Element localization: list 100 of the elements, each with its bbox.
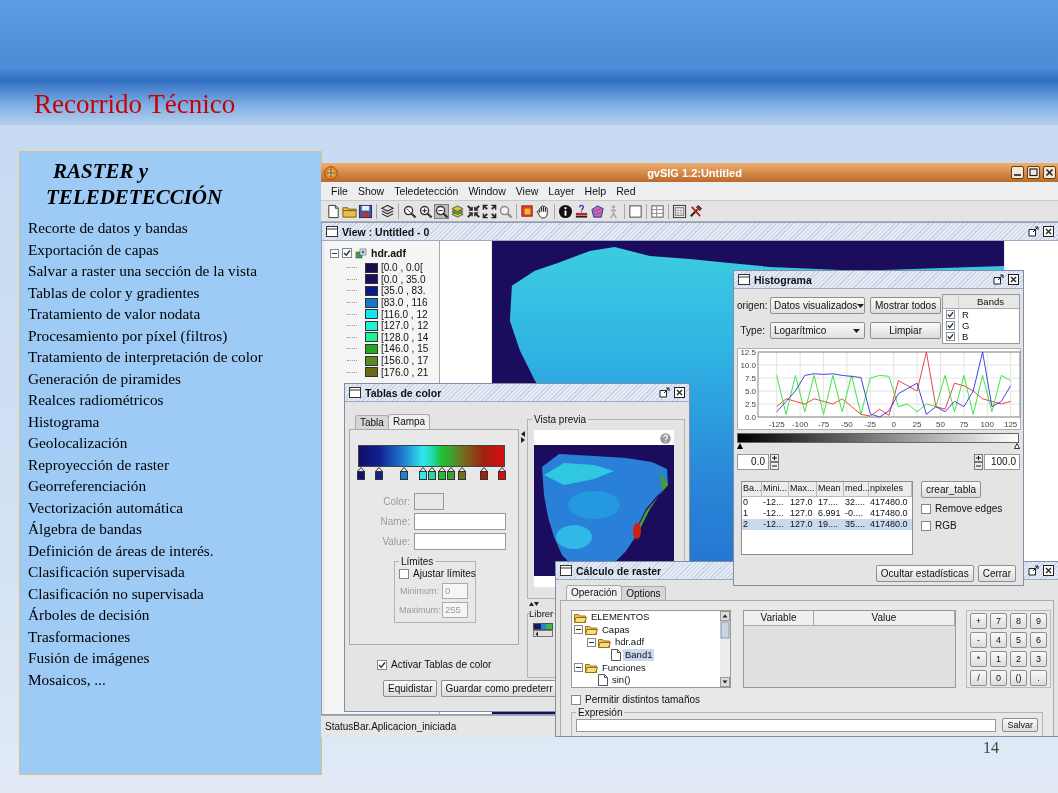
maximize-icon[interactable] xyxy=(659,387,670,398)
key-button[interactable]: + xyxy=(970,612,987,629)
tree-item[interactable]: hdr.adf xyxy=(613,636,647,649)
tree-item[interactable]: Band1 xyxy=(623,649,655,662)
key-button[interactable]: 0 xyxy=(990,669,1007,686)
checkbox[interactable] xyxy=(921,520,931,531)
arrows-inward-icon[interactable] xyxy=(466,203,481,219)
key-button[interactable]: * xyxy=(970,650,987,667)
zoom-out-icon[interactable] xyxy=(434,203,449,219)
maximize-icon[interactable] xyxy=(1027,166,1040,179)
polygon-icon[interactable] xyxy=(590,203,605,219)
key-button[interactable]: () xyxy=(1010,669,1027,686)
info-icon[interactable] xyxy=(558,203,573,219)
collapse-toggle-icon[interactable] xyxy=(587,638,596,647)
color-field[interactable] xyxy=(414,493,444,510)
menu-item[interactable]: Layer xyxy=(543,185,580,197)
menu-item[interactable]: Window xyxy=(463,185,511,197)
up-down-arrows-icon[interactable] xyxy=(529,601,539,607)
minimize-icon[interactable] xyxy=(1011,166,1024,179)
splitter-arrows-icon[interactable] xyxy=(520,430,526,444)
tab[interactable]: Tabla xyxy=(355,415,389,429)
layer-stack-icon[interactable] xyxy=(380,203,395,219)
question-mark-icon[interactable] xyxy=(574,203,589,219)
close-icon[interactable] xyxy=(1008,274,1019,285)
layer-stack-icon[interactable] xyxy=(450,203,465,219)
close-icon[interactable] xyxy=(674,387,685,398)
spinner-icon[interactable] xyxy=(974,454,983,470)
key-button[interactable]: 6 xyxy=(1030,631,1047,648)
help-icon[interactable] xyxy=(660,433,671,444)
band-checkbox[interactable] xyxy=(946,310,955,319)
collapse-toggle-icon[interactable] xyxy=(330,248,339,258)
color-stop-icon[interactable] xyxy=(374,467,383,480)
scrollbar[interactable] xyxy=(720,611,730,687)
dropdown[interactable]: Datos visualizados xyxy=(770,297,865,314)
expression-field[interactable] xyxy=(576,718,997,732)
menu-item[interactable]: File xyxy=(326,185,353,197)
tree-item[interactable]: Funciones xyxy=(600,661,648,674)
text-field[interactable] xyxy=(414,533,506,550)
tab[interactable]: Options xyxy=(621,586,666,600)
color-stop-icon[interactable] xyxy=(458,467,467,480)
color-stop-icon[interactable] xyxy=(399,467,408,480)
color-stop-icon[interactable] xyxy=(356,467,365,480)
zoom-in-icon[interactable] xyxy=(418,203,433,219)
tree-item[interactable]: Capas xyxy=(600,623,632,636)
number-field[interactable]: 100.0 xyxy=(984,454,1020,470)
key-button[interactable]: 9 xyxy=(1030,612,1047,629)
table-row[interactable]: 1 -12... 127.0 6.991 -0.... 417480.0 xyxy=(742,508,912,519)
tab[interactable]: Rampa xyxy=(387,414,431,429)
checkbox[interactable] xyxy=(377,659,387,670)
close-icon[interactable] xyxy=(1043,565,1054,576)
checkbox[interactable] xyxy=(571,694,581,705)
frame-icon[interactable] xyxy=(520,203,535,219)
show-all-button[interactable]: Mostrar todos xyxy=(870,297,942,314)
color-stop-icon[interactable] xyxy=(498,467,507,480)
color-stop-icon[interactable] xyxy=(437,467,446,480)
table-row[interactable]: 2 -12... 127.0 19.... 35.... 417480.0 xyxy=(742,519,912,530)
grid-icon[interactable] xyxy=(672,203,687,219)
layer-name[interactable]: hdr.adf xyxy=(371,247,406,259)
close-icon[interactable] xyxy=(1043,226,1054,237)
key-button[interactable]: / xyxy=(970,669,987,686)
dropdown[interactable]: Logarítmico xyxy=(770,322,865,339)
color-stop-icon[interactable] xyxy=(418,467,427,480)
menu-item[interactable]: Help xyxy=(579,185,612,197)
checkbox[interactable] xyxy=(921,503,931,514)
tab[interactable]: Operación xyxy=(566,585,623,600)
menu-item[interactable]: Teledetección xyxy=(389,185,464,197)
color-stop-icon[interactable] xyxy=(428,467,437,480)
magnifier-icon[interactable] xyxy=(402,203,417,219)
page-icon[interactable] xyxy=(326,203,341,219)
close-button[interactable]: Cerrar xyxy=(977,565,1016,582)
maximize-icon[interactable] xyxy=(993,274,1004,285)
ramp-thumbnail-icon[interactable] xyxy=(533,623,553,637)
key-button[interactable]: 3 xyxy=(1030,650,1047,667)
key-button[interactable]: 4 xyxy=(990,631,1007,648)
number-field[interactable]: 0.0 xyxy=(737,454,769,470)
tools-icon[interactable] xyxy=(688,203,703,219)
text-field[interactable] xyxy=(414,513,506,530)
spinner-icon[interactable] xyxy=(770,454,779,470)
key-button[interactable]: - xyxy=(970,631,987,648)
menu-item[interactable]: View xyxy=(510,185,544,197)
key-button[interactable]: 5 xyxy=(1010,631,1027,648)
equidistant-button[interactable]: Equidistar xyxy=(383,680,438,697)
hide-statistics-button[interactable]: Ocultar estadísticas xyxy=(875,565,974,582)
collapse-toggle-icon[interactable] xyxy=(574,663,583,673)
maximize-icon[interactable] xyxy=(1028,565,1039,576)
square-icon[interactable] xyxy=(628,203,643,219)
collapse-toggle-icon[interactable] xyxy=(574,625,583,635)
key-button[interactable]: 8 xyxy=(1010,612,1027,629)
key-button[interactable]: 1 xyxy=(990,650,1007,667)
save-button[interactable]: Salvar xyxy=(1002,718,1038,732)
close-icon[interactable] xyxy=(1043,166,1056,179)
arrows-outward-icon[interactable] xyxy=(482,203,497,219)
clear-button[interactable]: Limpiar xyxy=(870,322,942,339)
tree-item[interactable]: sin() xyxy=(610,674,633,687)
menu-item[interactable]: Show xyxy=(352,185,390,197)
table-row[interactable]: 0 -12... 127.0 17.... 32.... 417480.0 xyxy=(742,497,912,508)
key-button[interactable]: . xyxy=(1030,669,1047,686)
key-button[interactable]: 7 xyxy=(990,612,1007,629)
key-button[interactable]: 2 xyxy=(1010,650,1027,667)
color-stop-icon[interactable] xyxy=(480,467,489,480)
